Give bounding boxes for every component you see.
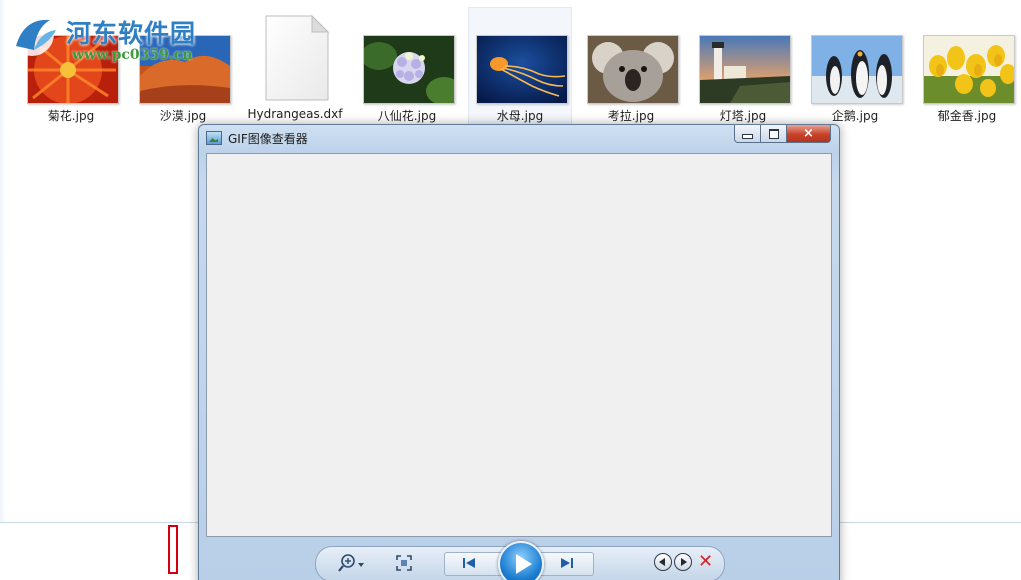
file-name: Hydrangeas.dxf: [247, 107, 343, 121]
previous-icon: [463, 558, 475, 568]
file-name: 郁金香.jpg: [937, 109, 997, 123]
next-icon: [561, 558, 573, 568]
rotate-right-button[interactable]: [674, 553, 692, 571]
screen: 菊花.jpg 沙漠.jpg Hydrangeas.dxf 八仙花.jpg 水母.…: [0, 0, 1021, 580]
image-app-icon: [206, 131, 222, 145]
file-name: 企鹅.jpg: [831, 109, 879, 123]
file-name: 灯塔.jpg: [719, 109, 767, 123]
title-bar[interactable]: GIF图像查看器 ×: [199, 125, 839, 151]
file-name: 沙漠.jpg: [159, 109, 207, 123]
rotate-left-icon: [659, 558, 665, 566]
watermark-title: 河东软件园: [66, 19, 197, 48]
previous-button[interactable]: [452, 552, 486, 574]
file-name: 水母.jpg: [496, 109, 544, 123]
fit-to-window-button[interactable]: [392, 552, 416, 574]
file-item-jellyfish[interactable]: 水母.jpg: [468, 7, 572, 126]
watermark: 河东软件园 www.pc0359.cn: [6, 10, 226, 70]
watermark-url: www.pc0359.cn: [72, 47, 193, 63]
window-controls: ×: [734, 125, 831, 144]
lighthouse-thumbnail: [699, 35, 791, 104]
details-blurred-text: [190, 536, 198, 564]
file-name: 菊花.jpg: [47, 109, 95, 123]
window-title: GIF图像查看器: [228, 132, 308, 146]
file-name: 考拉.jpg: [607, 109, 655, 123]
rotate-right-icon: [681, 558, 687, 566]
file-item-penguins[interactable]: 企鹅.jpg: [804, 8, 906, 126]
zoom-button[interactable]: [336, 552, 368, 574]
file-item-lighthouse[interactable]: 灯塔.jpg: [692, 8, 794, 126]
delete-icon: ✕: [698, 551, 714, 572]
close-button[interactable]: ×: [787, 125, 831, 143]
file-item-hydrangea[interactable]: 八仙花.jpg: [356, 8, 458, 126]
zoom-icon: [338, 554, 364, 572]
close-icon: ×: [803, 126, 814, 141]
highlight-box: [168, 525, 178, 574]
file-name: 八仙花.jpg: [377, 109, 437, 123]
minimize-icon: [742, 134, 753, 139]
file-item-tulips[interactable]: 郁金香.jpg: [916, 8, 1018, 126]
slideshow-play-button[interactable]: [498, 541, 544, 580]
file-item-koala[interactable]: 考拉.jpg: [580, 8, 682, 126]
koala-thumbnail: [587, 35, 679, 104]
maximize-button[interactable]: [761, 125, 787, 143]
gif-viewer-window: GIF图像查看器 × ✕: [198, 124, 840, 580]
minimize-button[interactable]: [734, 125, 761, 143]
jellyfish-thumbnail: [476, 35, 568, 104]
viewer-toolbar: ✕: [315, 541, 725, 580]
tulips-thumbnail: [923, 35, 1015, 104]
maximize-icon: [768, 128, 779, 139]
document-icon: [265, 14, 330, 101]
fit-to-window-icon: [396, 555, 412, 571]
next-button[interactable]: [550, 552, 584, 574]
play-icon: [515, 554, 532, 574]
hydrangea-thumbnail: [363, 35, 455, 104]
file-item-hydrangeas-dxf[interactable]: Hydrangeas.dxf: [244, 8, 346, 126]
image-display-area[interactable]: [206, 153, 832, 537]
penguins-thumbnail: [811, 35, 903, 104]
rotate-left-button[interactable]: [654, 553, 672, 571]
watermark-logo-icon: [10, 12, 56, 56]
delete-button[interactable]: ✕: [698, 551, 713, 572]
